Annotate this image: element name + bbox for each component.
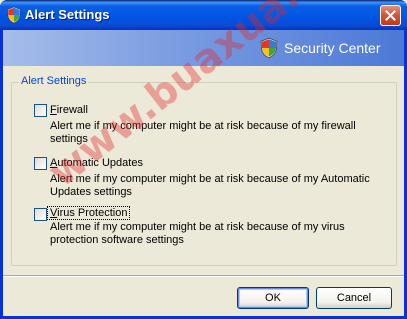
security-center-title: Security Center — [284, 40, 381, 56]
ok-button[interactable]: OK — [237, 287, 309, 309]
footer-divider — [3, 275, 404, 277]
dialog-body: Security Center Alert Settings Firewall … — [3, 30, 404, 316]
virus-protection-checkbox[interactable] — [34, 208, 47, 221]
virus-protection-description: Alert me if my computer might be at risk… — [50, 221, 345, 246]
automatic-updates-description: Alert me if my computer might be at risk… — [50, 173, 370, 198]
automatic-updates-label-rest: utomatic Updates — [57, 157, 143, 169]
close-button[interactable] — [380, 5, 401, 26]
title-bar[interactable]: Alert Settings — [0, 0, 407, 30]
cancel-button[interactable]: Cancel — [316, 287, 392, 309]
security-shield-icon — [6, 6, 22, 24]
security-center-shield-icon — [259, 37, 279, 59]
firewall-label-rest: irewall — [56, 104, 88, 116]
close-icon — [385, 10, 396, 21]
firewall-description: Alert me if my computer might be at risk… — [50, 120, 356, 145]
virus-protection-label-rest: irus Protection — [57, 207, 128, 219]
window-title: Alert Settings — [25, 7, 110, 22]
automatic-updates-label[interactable]: Automatic Updates — [50, 157, 143, 169]
firewall-label[interactable]: Firewall — [50, 104, 88, 116]
alert-settings-window: Alert Settings Security Center Alert Set… — [0, 0, 407, 319]
group-legend: Alert Settings — [19, 75, 89, 87]
security-center-banner: Security Center — [3, 30, 404, 66]
virus-protection-label[interactable]: Virus Protection — [46, 206, 131, 220]
firewall-label-accel: F — [50, 104, 57, 116]
automatic-updates-checkbox[interactable] — [34, 157, 47, 170]
firewall-checkbox[interactable] — [34, 104, 47, 117]
